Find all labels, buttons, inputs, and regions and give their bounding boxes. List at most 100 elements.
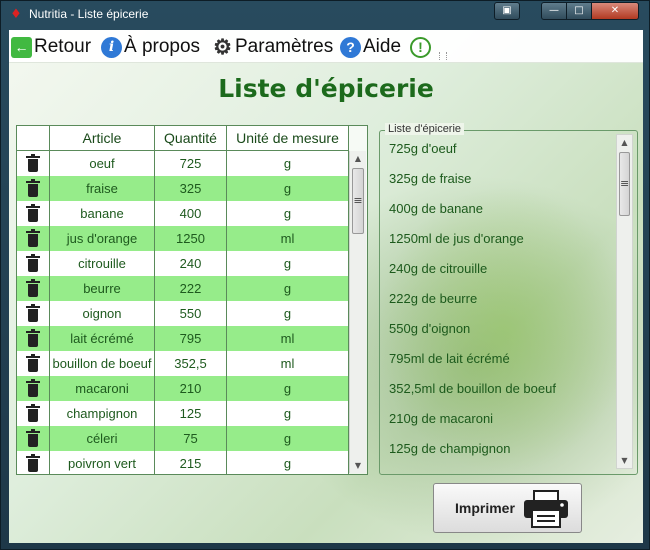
header-unite[interactable]: Unité de mesure	[227, 126, 349, 150]
maximize-button[interactable]: □	[566, 2, 592, 20]
title-bar[interactable]: ♦ Nutritia - Liste épicerie ▣ — □ ✕	[1, 1, 649, 29]
cell-quantite[interactable]: 352,5	[155, 351, 227, 376]
trash-icon	[26, 278, 40, 297]
scroll-thumb[interactable]	[619, 152, 630, 216]
cell-quantite[interactable]: 550	[155, 301, 227, 326]
cell-quantite[interactable]: 795	[155, 326, 227, 351]
summary-list[interactable]: 725g d'oeuf 325g de fraise 400g de banan…	[389, 138, 614, 468]
cell-quantite[interactable]: 210	[155, 376, 227, 401]
cell-unite: g	[227, 176, 349, 201]
table-row[interactable]: fraise 325 g	[17, 176, 349, 201]
scroll-thumb[interactable]	[352, 168, 364, 234]
cell-article: beurre	[50, 276, 155, 301]
question-icon: ?	[340, 36, 361, 58]
header-article[interactable]: Article	[50, 126, 155, 150]
table-row[interactable]: lait écrémé 795 ml	[17, 326, 349, 351]
cell-article: citrouille	[50, 251, 155, 276]
header-quantite[interactable]: Quantité	[155, 126, 227, 150]
scroll-down-arrow[interactable]: ▼	[350, 458, 366, 473]
cell-unite: g	[227, 151, 349, 176]
list-item[interactable]: 400g de banane	[389, 198, 614, 228]
list-item[interactable]: 325g de fraise	[389, 168, 614, 198]
grid-scrollbar[interactable]: ▲ ▼	[349, 151, 366, 473]
window-title: Nutritia - Liste épicerie	[29, 7, 149, 21]
trash-icon	[26, 253, 40, 272]
back-label: Retour	[34, 36, 92, 57]
list-item[interactable]: 795ml de lait écrémé	[389, 348, 614, 378]
table-row[interactable]: citrouille 240 g	[17, 251, 349, 276]
delete-button[interactable]	[17, 226, 50, 251]
table-row[interactable]: jus d'orange 1250 ml	[17, 226, 349, 251]
delete-button[interactable]	[17, 426, 50, 451]
table-row[interactable]: bouillon de boeuf 352,5 ml	[17, 351, 349, 376]
trash-icon	[26, 353, 40, 372]
delete-button[interactable]	[17, 251, 50, 276]
list-item[interactable]: 725g d'oeuf	[389, 138, 614, 168]
settings-button[interactable]: ⚙ Paramètres	[212, 35, 333, 59]
cell-article: oignon	[50, 301, 155, 326]
cell-quantite[interactable]: 400	[155, 201, 227, 226]
delete-button[interactable]	[17, 301, 50, 326]
trash-icon	[26, 153, 40, 172]
print-button[interactable]: Imprimer	[433, 483, 582, 533]
cell-quantite[interactable]: 222	[155, 276, 227, 301]
summary-scrollbar[interactable]: ▲ ▼	[616, 134, 633, 469]
trash-icon	[26, 203, 40, 222]
table-row[interactable]: oeuf 725 g	[17, 151, 349, 176]
cell-quantite[interactable]: 725	[155, 151, 227, 176]
list-item[interactable]: 550g d'oignon	[389, 318, 614, 348]
gear-icon: ⚙	[213, 35, 232, 59]
delete-button[interactable]	[17, 326, 50, 351]
warning-button[interactable]: !	[410, 35, 433, 59]
list-item[interactable]: 352,5ml de bouillon de boeuf	[389, 378, 614, 408]
snap-button[interactable]: ▣	[494, 2, 520, 20]
toolbar-grip[interactable]	[439, 52, 447, 60]
close-button[interactable]: ✕	[591, 2, 639, 20]
back-button[interactable]: ← Retour	[11, 35, 91, 59]
cell-unite: ml	[227, 226, 349, 251]
printer-icon	[524, 490, 568, 528]
scroll-down-arrow[interactable]: ▼	[617, 453, 632, 468]
about-button[interactable]: i À propos	[101, 35, 200, 59]
table-row[interactable]: banane 400 g	[17, 201, 349, 226]
print-label: Imprimer	[455, 500, 515, 516]
table-row[interactable]: beurre 222 g	[17, 276, 349, 301]
cell-unite: g	[227, 201, 349, 226]
cell-quantite[interactable]: 1250	[155, 226, 227, 251]
trash-icon	[26, 453, 40, 472]
cell-article: champignon	[50, 401, 155, 426]
list-item[interactable]: 125g de champignon	[389, 438, 614, 468]
delete-button[interactable]	[17, 401, 50, 426]
list-item[interactable]: 222g de beurre	[389, 288, 614, 318]
help-button[interactable]: ? Aide	[340, 35, 401, 59]
cell-quantite[interactable]: 75	[155, 426, 227, 451]
delete-button[interactable]	[17, 376, 50, 401]
list-item[interactable]: 210g de macaroni	[389, 408, 614, 438]
delete-button[interactable]	[17, 276, 50, 301]
table-row[interactable]: oignon 550 g	[17, 301, 349, 326]
cell-quantite[interactable]: 215	[155, 451, 227, 474]
list-item[interactable]: 240g de citrouille	[389, 258, 614, 288]
trash-icon	[26, 403, 40, 422]
cell-article: macaroni	[50, 376, 155, 401]
delete-button[interactable]	[17, 351, 50, 376]
table-row[interactable]: macaroni 210 g	[17, 376, 349, 401]
cell-article: fraise	[50, 176, 155, 201]
table-row[interactable]: champignon 125 g	[17, 401, 349, 426]
cell-quantite[interactable]: 125	[155, 401, 227, 426]
table-row[interactable]: céleri 75 g	[17, 426, 349, 451]
minimize-button[interactable]: —	[541, 2, 567, 20]
delete-button[interactable]	[17, 151, 50, 176]
list-item[interactable]: 1250ml de jus d'orange	[389, 228, 614, 258]
info-icon: i	[101, 36, 122, 58]
delete-button[interactable]	[17, 176, 50, 201]
delete-button[interactable]	[17, 451, 50, 474]
scroll-up-arrow[interactable]: ▲	[350, 151, 366, 166]
cell-unite: ml	[227, 326, 349, 351]
cell-quantite[interactable]: 240	[155, 251, 227, 276]
delete-button[interactable]	[17, 201, 50, 226]
table-row[interactable]: poivron vert 215 g	[17, 451, 349, 474]
scroll-up-arrow[interactable]: ▲	[617, 135, 632, 150]
cell-quantite[interactable]: 325	[155, 176, 227, 201]
cell-article: bouillon de boeuf	[50, 351, 155, 376]
